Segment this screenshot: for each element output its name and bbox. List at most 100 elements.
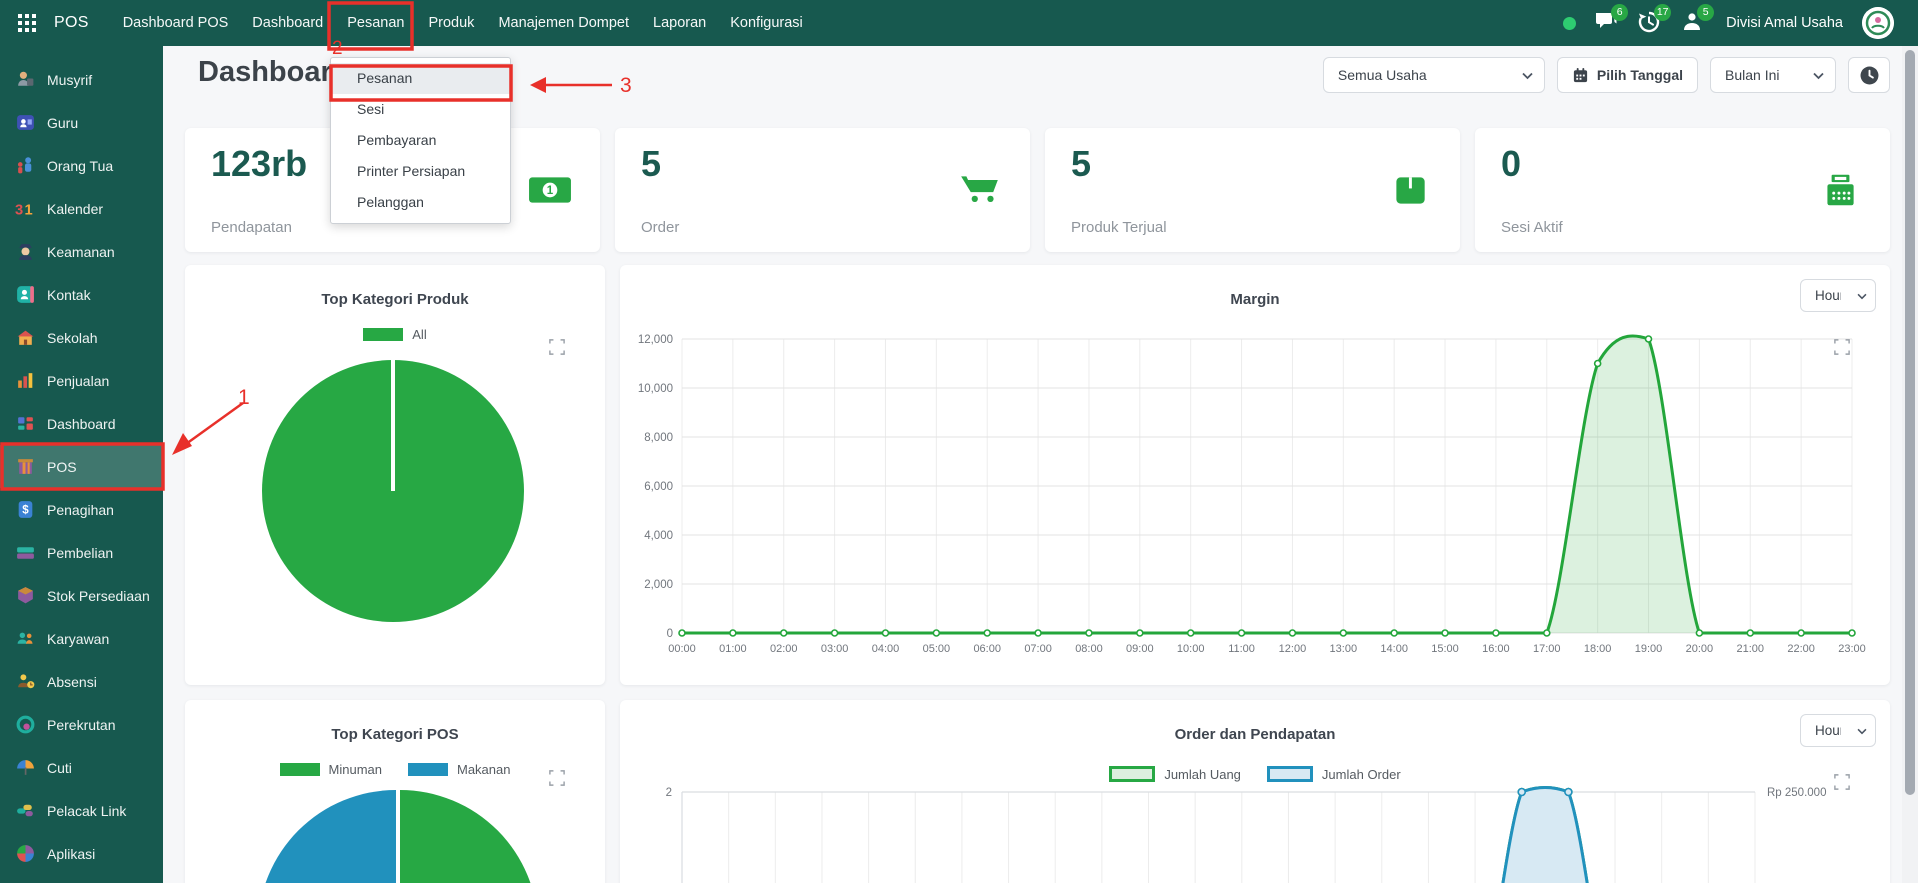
keamanan-icon xyxy=(15,241,36,262)
sidebar-item-stok-persediaan[interactable]: Stok Persediaan xyxy=(0,574,163,617)
svg-text:18:00: 18:00 xyxy=(1584,643,1612,655)
sidebar-item-kontak[interactable]: Kontak xyxy=(0,273,163,316)
sidebar-item-keamanan[interactable]: Keamanan xyxy=(0,230,163,273)
dropdown-item-pembayaran[interactable]: Pembayaran xyxy=(331,125,510,156)
svg-text:17:00: 17:00 xyxy=(1533,643,1561,655)
scrollbar-thumb[interactable] xyxy=(1905,50,1915,795)
stat-card-order: 5Order xyxy=(615,128,1030,252)
svg-text:15:00: 15:00 xyxy=(1431,643,1459,655)
stat-card-sesi-aktif: 0Sesi Aktif xyxy=(1475,128,1890,252)
svg-text:06:00: 06:00 xyxy=(973,643,1001,655)
pie-chart[interactable] xyxy=(185,265,605,685)
navbar-right: 6 17 5 Divisi Amal Usaha xyxy=(1563,7,1918,39)
svg-text:1: 1 xyxy=(24,202,32,218)
svg-text:11:00: 11:00 xyxy=(1228,643,1255,655)
stat-label: Produk Terjual xyxy=(1071,219,1434,236)
sidebar-item-label: Karyawan xyxy=(47,631,109,647)
chart-card-top-kategori-pos: Top Kategori POS MinumanMakanan xyxy=(185,700,605,883)
nav-item-dashboard-pos[interactable]: Dashboard POS xyxy=(111,0,241,46)
sidebar-item-orang-tua[interactable]: Orang Tua xyxy=(0,144,163,187)
sidebar-item-dashboard[interactable]: Dashboard xyxy=(0,402,163,445)
box-icon xyxy=(1388,174,1432,206)
sidebar-item-penagihan[interactable]: $Penagihan xyxy=(0,488,163,531)
svg-text:20:00: 20:00 xyxy=(1686,643,1714,655)
sidebar-item-karyawan[interactable]: Karyawan xyxy=(0,617,163,660)
dropdown-item-printer-persiapan[interactable]: Printer Persiapan xyxy=(331,156,510,187)
sidebar-item-absensi[interactable]: Absensi xyxy=(0,660,163,703)
dropdown-item-sesi[interactable]: Sesi xyxy=(331,94,510,125)
activity-icon[interactable]: 17 xyxy=(1638,11,1662,35)
scrollbar-track[interactable] xyxy=(1902,46,1918,883)
svg-text:1: 1 xyxy=(547,185,554,197)
sidebar-item-cuti[interactable]: Cuti xyxy=(0,746,163,789)
stat-value: 0 xyxy=(1501,144,1864,184)
svg-text:8,000: 8,000 xyxy=(644,432,673,444)
cashier-icon[interactable]: 5 xyxy=(1681,11,1705,35)
orders-area-chart[interactable]: 2Rp 250.000 xyxy=(620,700,1890,883)
svg-text:4,000: 4,000 xyxy=(644,530,673,542)
navbar-left: POS Dashboard POSDashboardPesananProdukM… xyxy=(0,0,815,46)
chart-card-top-kategori-produk: Top Kategori Produk All xyxy=(185,265,605,685)
svg-text:22:00: 22:00 xyxy=(1787,643,1815,655)
svg-text:09:00: 09:00 xyxy=(1126,643,1154,655)
fullscreen-icon[interactable] xyxy=(1834,774,1850,790)
svg-text:14:00: 14:00 xyxy=(1380,643,1408,655)
karyawan-icon xyxy=(15,628,36,649)
apps-grid-icon[interactable] xyxy=(14,10,40,36)
sidebar-item-guru[interactable]: Guru xyxy=(0,101,163,144)
sidebar-item-penjualan[interactable]: Penjualan xyxy=(0,359,163,402)
sidebar-item-perekrutan[interactable]: Perekrutan xyxy=(0,703,163,746)
sidebar-item-label: Sekolah xyxy=(47,330,98,346)
banknote-icon: 1 xyxy=(528,174,572,206)
nav-item-pesanan[interactable]: Pesanan xyxy=(335,0,416,46)
svg-text:03:00: 03:00 xyxy=(821,643,849,655)
fullscreen-icon[interactable] xyxy=(549,339,565,355)
sidebar-item-sekolah[interactable]: Sekolah xyxy=(0,316,163,359)
orangtua-icon xyxy=(15,155,36,176)
nav-item-dashboard[interactable]: Dashboard xyxy=(240,0,335,46)
period-select[interactable]: Bulan Ini xyxy=(1710,57,1836,93)
company-name[interactable]: Divisi Amal Usaha xyxy=(1726,15,1843,31)
chat-icon[interactable]: 6 xyxy=(1595,11,1619,35)
pick-date-label: Pilih Tanggal xyxy=(1597,67,1683,83)
margin-area-chart[interactable]: 02,0004,0006,0008,00010,00012,00000:0001… xyxy=(620,265,1890,685)
sidebar-item-pos[interactable]: POS xyxy=(0,445,163,488)
sidebar-item-label: Aplikasi xyxy=(47,846,95,862)
svg-text:19:00: 19:00 xyxy=(1635,643,1663,655)
screen: POS Dashboard POSDashboardPesananProdukM… xyxy=(0,0,1918,883)
svg-text:10,000: 10,000 xyxy=(638,383,673,395)
sidebar-item-pelacak-link[interactable]: Pelacak Link xyxy=(0,789,163,832)
online-status-dot xyxy=(1563,17,1576,30)
svg-text:2: 2 xyxy=(666,787,672,799)
guru-icon xyxy=(15,112,36,133)
sidebar-item-musyrif[interactable]: Musyrif xyxy=(0,58,163,101)
sidebar-item-aplikasi[interactable]: Aplikasi xyxy=(0,832,163,875)
nav-item-manajemen-dompet[interactable]: Manajemen Dompet xyxy=(486,0,641,46)
aplikasi-icon xyxy=(15,843,36,864)
dropdown-item-pesanan[interactable]: Pesanan xyxy=(331,63,510,94)
nav-item-konfigurasi[interactable]: Konfigurasi xyxy=(718,0,815,46)
perekrutan-icon xyxy=(15,714,36,735)
business-select[interactable]: Semua Usaha xyxy=(1323,57,1545,93)
svg-text:05:00: 05:00 xyxy=(923,643,951,655)
svg-text:01:00: 01:00 xyxy=(719,643,747,655)
svg-text:13:00: 13:00 xyxy=(1330,643,1358,655)
history-button[interactable] xyxy=(1848,57,1890,93)
sidebar-item-pembelian[interactable]: Pembelian xyxy=(0,531,163,574)
charts-row-1: Top Kategori Produk All Margin Hourly 02… xyxy=(185,265,1890,685)
dropdown-item-pelanggan[interactable]: Pelanggan xyxy=(331,187,510,218)
pembelian-icon xyxy=(15,542,36,563)
sidebar-item-label: Penjualan xyxy=(47,373,109,389)
fullscreen-icon[interactable] xyxy=(1834,339,1850,355)
fullscreen-icon[interactable] xyxy=(549,770,565,786)
user-avatar[interactable] xyxy=(1862,7,1894,39)
clock-icon xyxy=(1860,66,1879,85)
pie-chart[interactable] xyxy=(185,700,605,883)
app-brand[interactable]: POS xyxy=(54,14,89,32)
nav-item-produk[interactable]: Produk xyxy=(416,0,486,46)
sidebar-item-kalender[interactable]: 31Kalender xyxy=(0,187,163,230)
pick-date-button[interactable]: Pilih Tanggal xyxy=(1557,57,1698,93)
nav-item-laporan[interactable]: Laporan xyxy=(641,0,718,46)
cart-icon xyxy=(958,174,1002,206)
calendar-icon xyxy=(1572,67,1589,84)
